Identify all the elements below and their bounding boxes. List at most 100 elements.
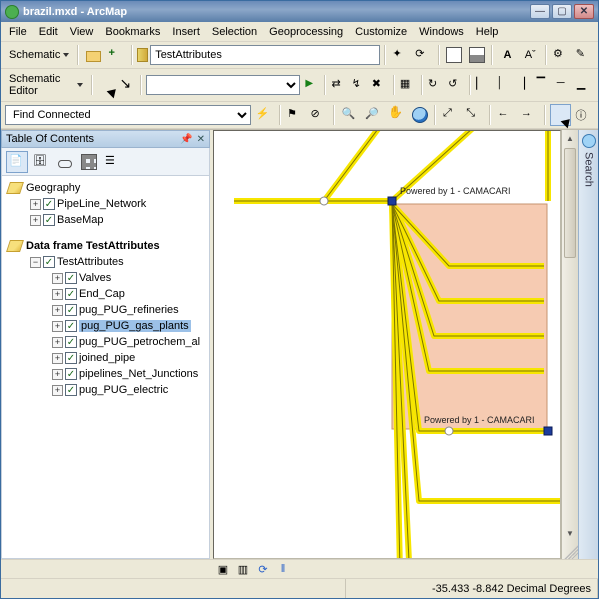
editor-select-button[interactable] [97, 74, 115, 96]
editor-btn-3[interactable]: ✖ [371, 74, 389, 96]
list-by-drawing-order-button[interactable]: 📄 [6, 151, 28, 173]
full-extent-button[interactable] [409, 104, 430, 126]
checkbox[interactable]: ✓ [65, 336, 77, 348]
side-by-side-button[interactable] [444, 44, 465, 66]
layout-view-button[interactable]: ▥ [236, 562, 250, 576]
menu-edit[interactable]: Edit [39, 26, 58, 38]
barrier-button[interactable]: ⊘ [308, 104, 329, 126]
menu-bookmarks[interactable]: Bookmarks [105, 26, 160, 38]
new-diagram-button[interactable]: + [106, 44, 127, 66]
size-grip[interactable] [561, 542, 578, 559]
scroll-down-icon[interactable]: ▼ [562, 525, 578, 542]
minimize-button[interactable]: — [530, 4, 550, 19]
scroll-up-icon[interactable]: ▲ [562, 130, 578, 147]
font-smaller-button[interactable]: Aˇ [520, 44, 541, 66]
menu-selection[interactable]: Selection [212, 26, 257, 38]
layout-task-select[interactable] [146, 75, 301, 95]
collapse-icon[interactable]: − [30, 257, 41, 268]
layer-net-junctions[interactable]: +✓pipelines_Net_Junctions [52, 366, 207, 382]
toc-tree[interactable]: Geography +✓PipeLine_Network +✓BaseMap D… [1, 176, 210, 559]
expand-icon[interactable]: + [30, 199, 41, 210]
close-button[interactable]: ✕ [574, 4, 594, 19]
zoom-in-button[interactable]: 🔍 [339, 104, 360, 126]
pause-draw-button[interactable]: ‖ [276, 562, 290, 576]
expand-icon[interactable]: + [52, 337, 63, 348]
identify-button[interactable]: ⓘ [573, 104, 594, 126]
expand-icon[interactable]: + [52, 305, 63, 316]
checkbox[interactable]: ✓ [43, 198, 55, 210]
checkbox[interactable]: ✓ [65, 272, 77, 284]
expand-icon[interactable]: + [30, 215, 41, 226]
toc-close-icon[interactable]: ✕ [197, 134, 205, 145]
search-tab[interactable]: Search [578, 130, 598, 559]
expand-icon[interactable]: + [52, 321, 63, 332]
zoom-out-button[interactable]: 🔎 [362, 104, 383, 126]
next-extent-button[interactable]: → [518, 104, 539, 126]
editor-btn-2[interactable]: ↯ [351, 74, 369, 96]
toc-titlebar[interactable]: Table Of Contents 📌 ✕ [1, 130, 210, 148]
expand-icon[interactable]: + [52, 369, 63, 380]
expand-icon[interactable]: + [52, 353, 63, 364]
pan-button[interactable] [386, 104, 407, 126]
map-scrollbar-vertical[interactable]: ▲ ▼ [561, 130, 578, 559]
align-left-button[interactable]: ▏ [475, 74, 493, 96]
refresh-button[interactable]: ⟳ [256, 562, 270, 576]
list-by-source-button[interactable]: 🗄 [30, 151, 52, 173]
align-right-button[interactable]: ▕ [515, 74, 533, 96]
layer-gas-plants[interactable]: +✓pug_PUG_gas_plants [52, 318, 207, 334]
checkbox[interactable]: ✓ [65, 320, 77, 332]
menu-customize[interactable]: Customize [355, 26, 407, 38]
list-by-selection-button[interactable] [78, 151, 100, 173]
zoom-out-fixed-button[interactable]: ⤡ [464, 104, 485, 126]
menu-file[interactable]: File [9, 26, 27, 38]
layer-petrochem[interactable]: +✓pug_PUG_petrochem_al [52, 334, 207, 350]
checkbox[interactable]: ✓ [65, 304, 77, 316]
checkbox[interactable]: ✓ [43, 214, 55, 226]
menu-geoprocessing[interactable]: Geoprocessing [269, 26, 343, 38]
layer-electric[interactable]: +✓pug_PUG_electric [52, 382, 207, 398]
align-middle-button[interactable]: ─ [556, 74, 574, 96]
schematic-editor-menu[interactable]: Schematic Editor [5, 71, 87, 99]
align-center-button[interactable]: │ [495, 74, 513, 96]
checkbox[interactable]: ✓ [43, 256, 55, 268]
tool-misc2-button[interactable]: ✎ [573, 44, 594, 66]
data-frame-testattributes[interactable]: Data frame TestAttributes [8, 238, 207, 254]
layer-refineries[interactable]: +✓pug_PUG_refineries [52, 302, 207, 318]
prev-extent-button[interactable]: ← [495, 104, 516, 126]
expand-icon[interactable]: + [52, 273, 63, 284]
sync-button[interactable]: ⟳ [413, 44, 434, 66]
trace-task-select[interactable]: Find Connected [5, 105, 251, 125]
align-top-button[interactable]: ▔ [536, 74, 554, 96]
menu-view[interactable]: View [70, 26, 94, 38]
editor-btn-1[interactable]: ⇄ [330, 74, 348, 96]
layer-end-cap[interactable]: +✓End_Cap [52, 286, 207, 302]
zoom-in-fixed-button[interactable]: ⤢ [440, 104, 461, 126]
menu-insert[interactable]: Insert [172, 26, 200, 38]
flag-button[interactable]: ⚑ [285, 104, 306, 126]
editor-move-button[interactable] [117, 74, 135, 96]
font-bigger-button[interactable]: A [497, 44, 518, 66]
checkbox[interactable]: ✓ [65, 384, 77, 396]
trace-run-button[interactable]: ⚡ [253, 104, 274, 126]
expand-icon[interactable]: + [52, 385, 63, 396]
editor-btn-5[interactable]: ↻ [427, 74, 445, 96]
data-view-button[interactable]: ▣ [216, 562, 230, 576]
schematic-dataset-field[interactable]: TestAttributes [150, 45, 380, 65]
expand-icon[interactable]: + [52, 289, 63, 300]
titlebar[interactable]: brazil.mxd - ArcMap — ▢ ✕ [1, 1, 598, 22]
checkbox[interactable]: ✓ [65, 352, 77, 364]
layer-testattributes[interactable]: −✓TestAttributes [30, 254, 207, 270]
schematic-menu[interactable]: Schematic [5, 47, 73, 63]
layer-valves[interactable]: +✓Valves [52, 270, 207, 286]
list-by-visibility-button[interactable] [54, 151, 76, 173]
layout-2-button[interactable] [466, 44, 487, 66]
select-elements-button[interactable] [550, 104, 571, 126]
menu-windows[interactable]: Windows [419, 26, 464, 38]
open-diagram-button[interactable] [83, 44, 104, 66]
checkbox[interactable]: ✓ [65, 288, 77, 300]
menu-help[interactable]: Help [476, 26, 499, 38]
layer-pipeline-network[interactable]: +✓PipeLine_Network [30, 196, 207, 212]
pin-icon[interactable]: 📌 [180, 134, 192, 145]
align-bottom-button[interactable]: ▁ [576, 74, 594, 96]
data-frame-geography[interactable]: Geography [8, 180, 207, 196]
